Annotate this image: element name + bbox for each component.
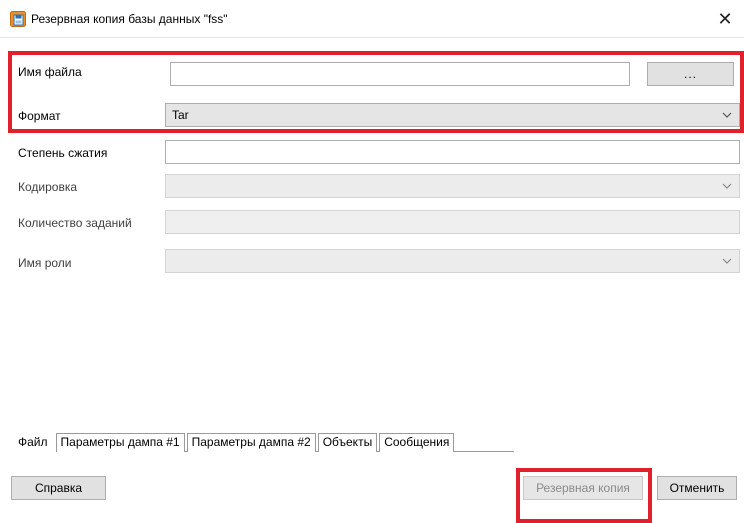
- compression-input[interactable]: [165, 140, 740, 164]
- filename-label: Имя файла: [18, 65, 82, 79]
- chevron-down-icon: [722, 112, 732, 118]
- jobs-input[interactable]: [165, 210, 740, 234]
- chevron-down-icon: [722, 258, 732, 264]
- format-select[interactable]: Tar: [165, 103, 740, 127]
- compression-label: Степень сжатия: [18, 146, 108, 160]
- close-icon[interactable]: ✕: [712, 6, 738, 32]
- format-label: Формат: [18, 109, 61, 123]
- filename-input[interactable]: [170, 62, 630, 86]
- role-label: Имя роли: [18, 256, 72, 270]
- jobs-label: Количество заданий: [18, 216, 132, 230]
- cancel-button[interactable]: Отменить: [657, 476, 737, 500]
- browse-button[interactable]: ...: [647, 62, 734, 86]
- tab-file[interactable]: Файл: [12, 430, 54, 452]
- encoding-select[interactable]: [165, 174, 740, 198]
- tab-dump-params-1[interactable]: Параметры дампа #1: [55, 433, 185, 452]
- backup-database-icon: [10, 11, 26, 27]
- role-select[interactable]: [165, 249, 740, 273]
- backup-button[interactable]: Резервная копия: [523, 476, 643, 500]
- tab-dump-params-2[interactable]: Параметры дампа #2: [186, 433, 316, 452]
- window-title: Резервная копия базы данных "fss": [31, 12, 228, 26]
- encoding-label: Кодировка: [18, 180, 78, 194]
- tab-objects[interactable]: Объекты: [317, 433, 378, 452]
- window-titlebar: Резервная копия базы данных "fss" ✕: [0, 0, 744, 38]
- chevron-down-icon: [722, 183, 732, 189]
- filename-format-group: Имя файла ... Формат Tar: [0, 38, 744, 128]
- dialog-content: Имя файла ... Формат Tar Степень сжатия …: [0, 38, 744, 523]
- tab-messages[interactable]: Сообщения: [379, 433, 455, 452]
- help-button[interactable]: Справка: [11, 476, 106, 500]
- tab-strip: Файл Параметры дампа #1 Параметры дампа …: [12, 430, 456, 452]
